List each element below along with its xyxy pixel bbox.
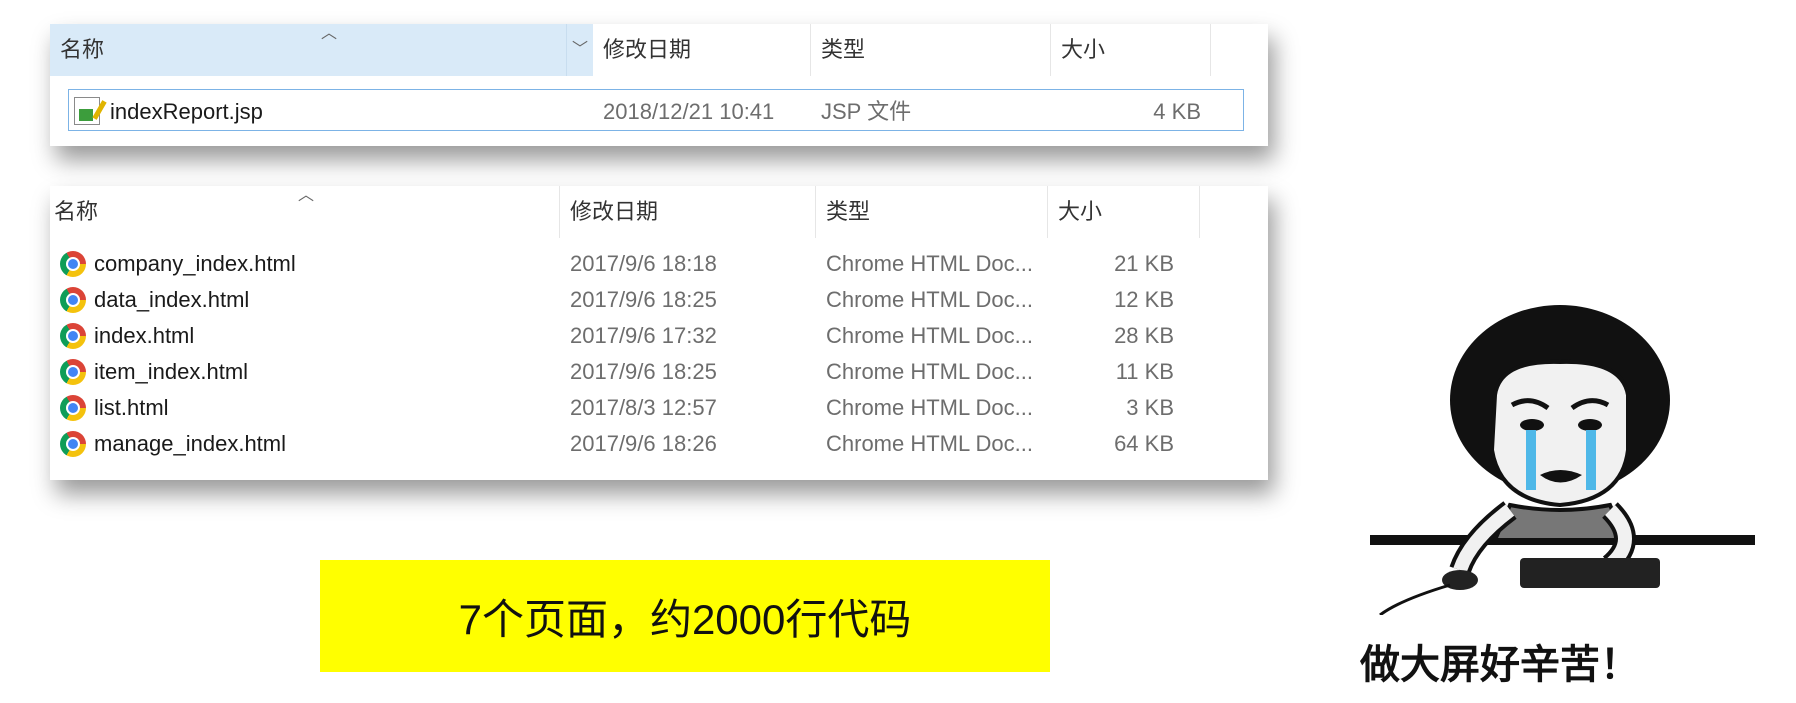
- file-type: Chrome HTML Doc...: [826, 359, 1034, 384]
- file-name: manage_index.html: [94, 431, 287, 456]
- meme-caption: 做大屏好辛苦！: [1360, 632, 1780, 690]
- file-date: 2017/9/6 18:18: [570, 251, 717, 276]
- file-size: 21 KB: [1114, 251, 1174, 276]
- chrome-icon: [60, 251, 86, 277]
- column-header-row: 名称 ︿ ﹀ 修改日期 类型 大小: [50, 24, 1268, 76]
- column-header-date[interactable]: 修改日期: [560, 186, 816, 238]
- column-header-type[interactable]: 类型: [816, 186, 1048, 238]
- column-header-size-label: 大小: [1058, 199, 1103, 224]
- file-list-panel-bottom: 名称 ︿ 修改日期 类型 大小 company_index.html 2017/…: [50, 186, 1268, 480]
- file-row[interactable]: index.html 2017/9/6 17:32 Chrome HTML Do…: [50, 321, 1268, 351]
- column-header-date-label: 修改日期: [570, 199, 659, 224]
- chrome-icon: [60, 323, 86, 349]
- jsp-file-icon: [74, 97, 107, 125]
- file-name: indexReport.jsp: [110, 99, 263, 124]
- column-header-size[interactable]: 大小: [1048, 186, 1200, 238]
- chrome-icon: [60, 431, 86, 457]
- file-size: 4 KB: [1153, 99, 1201, 124]
- summary-banner-text: 7个页面，约2000行代码: [458, 595, 912, 643]
- file-name: company_index.html: [94, 251, 296, 276]
- file-type: Chrome HTML Doc...: [826, 431, 1034, 456]
- file-date: 2017/9/6 18:25: [570, 359, 717, 384]
- file-date: 2018/12/21 10:41: [603, 99, 775, 124]
- column-header-type-label: 类型: [826, 199, 871, 224]
- sort-ascending-icon: ︿: [298, 187, 315, 204]
- file-size: 12 KB: [1114, 287, 1174, 312]
- file-name: item_index.html: [94, 359, 249, 384]
- file-type: Chrome HTML Doc...: [826, 323, 1034, 348]
- file-row[interactable]: list.html 2017/8/3 12:57 Chrome HTML Doc…: [50, 393, 1268, 423]
- file-date: 2017/9/6 18:25: [570, 287, 717, 312]
- column-header-name-label: 名称: [60, 37, 105, 62]
- file-date: 2017/9/6 18:26: [570, 431, 717, 456]
- file-row[interactable]: manage_index.html 2017/9/6 18:26 Chrome …: [50, 429, 1268, 459]
- chrome-icon: [60, 287, 86, 313]
- meme-caption-text: 做大屏好辛苦！: [1360, 643, 1640, 687]
- crying-meme-figure-icon: [1370, 305, 1755, 615]
- column-header-size[interactable]: 大小: [1051, 24, 1211, 76]
- column-header-date-label: 修改日期: [603, 37, 692, 62]
- file-list-panel-top: 名称 ︿ ﹀ 修改日期 类型 大小 indexReport.jsp 2018/1…: [50, 24, 1268, 146]
- file-size: 64 KB: [1114, 431, 1174, 456]
- file-type: Chrome HTML Doc...: [826, 287, 1034, 312]
- file-name: index.html: [94, 323, 195, 348]
- file-type: Chrome HTML Doc...: [826, 395, 1034, 420]
- column-header-size-label: 大小: [1061, 37, 1106, 62]
- column-header-row: 名称 ︿ 修改日期 类型 大小: [50, 186, 1268, 238]
- column-header-type-label: 类型: [821, 37, 866, 62]
- column-header-type[interactable]: 类型: [811, 24, 1051, 76]
- file-row[interactable]: company_index.html 2017/9/6 18:18 Chrome…: [50, 249, 1268, 279]
- file-date: 2017/9/6 17:32: [570, 323, 717, 348]
- column-header-name[interactable]: 名称 ︿: [50, 186, 560, 238]
- file-name: list.html: [94, 395, 169, 420]
- chrome-icon: [60, 359, 86, 385]
- column-header-date[interactable]: 修改日期: [593, 24, 811, 76]
- column-header-name-label: 名称: [54, 199, 99, 224]
- sort-ascending-icon: ︿: [321, 25, 338, 42]
- file-size: 28 KB: [1114, 323, 1174, 348]
- chevron-down-icon[interactable]: ﹀: [566, 24, 593, 76]
- file-row[interactable]: item_index.html 2017/9/6 18:25 Chrome HT…: [50, 357, 1268, 387]
- file-size: 11 KB: [1115, 359, 1174, 384]
- column-header-name[interactable]: 名称 ︿ ﹀: [50, 24, 593, 76]
- file-row[interactable]: indexReport.jsp 2018/12/21 10:41 JSP 文件 …: [50, 97, 1268, 127]
- file-type: Chrome HTML Doc...: [826, 251, 1034, 276]
- file-date: 2017/8/3 12:57: [570, 395, 717, 420]
- file-type: JSP 文件: [821, 99, 912, 124]
- chrome-icon: [60, 395, 86, 421]
- file-row[interactable]: data_index.html 2017/9/6 18:25 Chrome HT…: [50, 285, 1268, 315]
- summary-banner: 7个页面，约2000行代码: [320, 560, 1050, 672]
- file-name: data_index.html: [94, 287, 250, 312]
- file-size: 3 KB: [1126, 395, 1174, 420]
